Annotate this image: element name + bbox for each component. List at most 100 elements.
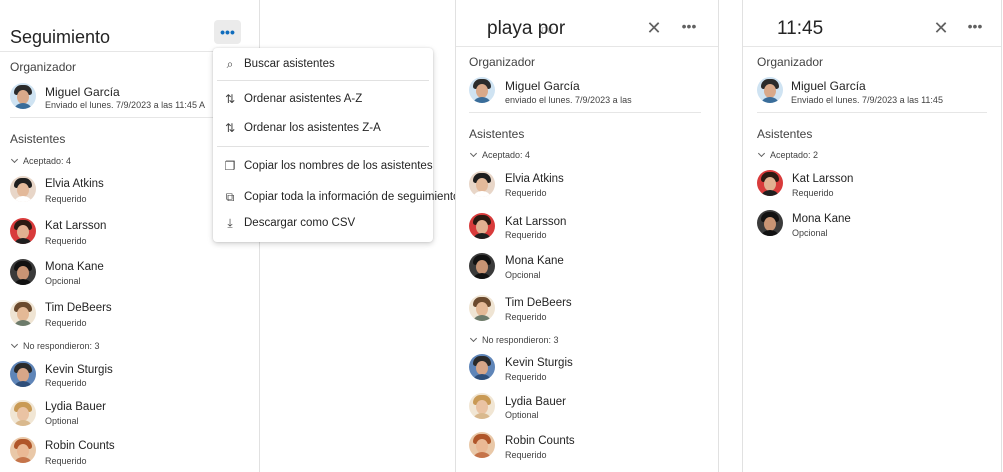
copy-people-icon: ⧉ (225, 189, 235, 204)
attendees-label: Asistentes (757, 127, 813, 141)
attendee-avatar[interactable] (10, 259, 36, 285)
attendee-role: Requerido (45, 378, 87, 388)
close-icon[interactable]: ✕ (928, 17, 954, 39)
menu-item-copy-all-tracking[interactable]: ⧉ Copiar toda la información de seguimie… (213, 186, 461, 208)
attendee-avatar[interactable] (469, 213, 495, 239)
attendee-role: Requerido (505, 450, 547, 460)
organizer-label: Organizador (469, 55, 536, 69)
attendee-avatar[interactable] (10, 300, 36, 326)
attendee-avatar[interactable] (10, 361, 36, 387)
attendee-name[interactable]: Robin Counts (505, 435, 575, 447)
menu-item-sort-a-z[interactable]: ⇅ Ordenar asistentes A-Z (213, 88, 461, 110)
organizer-name[interactable]: Miguel García (505, 79, 580, 93)
attendee-avatar[interactable] (757, 170, 783, 196)
attendee-avatar[interactable] (757, 210, 783, 236)
chevron-down-icon (10, 155, 19, 164)
accepted-group-toggle[interactable]: Aceptado: 2 (757, 149, 818, 160)
menu-divider (217, 80, 429, 81)
attendee-avatar[interactable] (469, 171, 495, 197)
sort-descending-icon: ⇅ (224, 121, 236, 135)
accepted-group-toggle[interactable]: Aceptado: 4 (469, 149, 530, 160)
attendees-label: Asistentes (10, 132, 66, 146)
attendee-role: Opcional (45, 276, 81, 286)
close-icon[interactable]: ✕ (641, 17, 667, 39)
menu-item-search-attendees[interactable]: ⌕ Buscar asistentes (213, 53, 461, 75)
sort-ascending-icon: ⇅ (224, 92, 236, 106)
attendee-name[interactable]: Tim DeBeers (45, 302, 112, 314)
search-icon: ⌕ (226, 56, 234, 71)
attendee-name[interactable]: Kat Larsson (505, 216, 566, 228)
menu-item-copy-names[interactable]: ❐ Copiar los nombres de los asistentes (213, 155, 461, 177)
attendee-name[interactable]: Mona Kane (505, 255, 564, 267)
copy-icon: ❐ (224, 159, 236, 173)
no-response-group-toggle[interactable]: No respondieron: 3 (10, 340, 100, 351)
organizer-avatar[interactable] (10, 83, 36, 109)
more-options-icon[interactable]: ••• (962, 15, 988, 37)
attendee-avatar[interactable] (469, 393, 495, 419)
attendee-avatar[interactable] (10, 400, 36, 426)
attendee-role: Requerido (45, 456, 87, 466)
chevron-down-icon (469, 149, 478, 158)
attendee-avatar[interactable] (469, 295, 495, 321)
attendee-role: Requerido (505, 312, 547, 322)
organizer-label: Organizador (10, 60, 77, 74)
header-divider (743, 46, 1001, 47)
attendee-role: Optional (505, 410, 539, 420)
menu-item-sort-z-a[interactable]: ⇅ Ordenar los asistentes Z-A (213, 117, 461, 139)
attendee-name[interactable]: Lydia Bauer (505, 396, 566, 408)
attendee-avatar[interactable] (10, 218, 36, 244)
no-response-group-toggle[interactable]: No respondieron: 3 (469, 334, 559, 345)
attendee-name[interactable]: Elvia Atkins (505, 173, 564, 185)
attendee-avatar[interactable] (10, 176, 36, 202)
chevron-down-icon (469, 334, 478, 343)
attendee-name[interactable]: Robin Counts (45, 440, 115, 452)
attendee-name[interactable]: Elvia Atkins (45, 178, 104, 190)
attendee-name[interactable]: Kat Larsson (792, 173, 853, 185)
attendee-role: Requerido (505, 230, 547, 240)
organizer-name[interactable]: Miguel García (45, 85, 120, 99)
tracking-panel-right: 11:45 ✕ ••• Organizador Miguel García En… (742, 0, 1002, 472)
header-divider (456, 46, 718, 47)
panel-title: Seguimiento (10, 27, 111, 47)
attendee-role: Opcional (505, 270, 541, 280)
attendee-role: Requerido (505, 372, 547, 382)
more-options-icon[interactable]: ••• (676, 15, 702, 37)
attendee-name[interactable]: Kat Larsson (45, 220, 106, 232)
accepted-group-toggle[interactable]: Aceptado: 4 (10, 155, 71, 166)
chevron-down-icon (757, 149, 766, 158)
organizer-sent-info: enviado el lunes. 7/9/2023 a las (505, 95, 632, 105)
attendee-name[interactable]: Tim DeBeers (505, 297, 572, 309)
attendee-role: Requerido (45, 236, 87, 246)
more-options-menu: ⌕ Buscar asistentes ⇅ Ordenar asistentes… (213, 48, 459, 242)
organizer-avatar[interactable] (757, 77, 783, 103)
attendee-role: Requerido (45, 194, 87, 204)
attendee-avatar[interactable] (469, 253, 495, 279)
section-divider (757, 112, 987, 113)
attendee-name[interactable]: Kevin Sturgis (505, 357, 573, 369)
attendee-role: Opcional (792, 228, 828, 238)
attendee-role: Optional (45, 416, 79, 426)
download-icon: ⤓ (227, 215, 233, 230)
menu-item-download-csv[interactable]: ⤓ Descargar como CSV (213, 212, 461, 234)
attendee-role: Requerido (792, 188, 834, 198)
attendee-name[interactable]: Mona Kane (45, 261, 104, 273)
attendee-name[interactable]: Kevin Sturgis (45, 364, 113, 376)
attendee-name[interactable]: Mona Kane (792, 213, 851, 225)
attendee-role: Requerido (505, 188, 547, 198)
tracking-panel-middle: ne playa por ✕ ••• Organizador Miguel Ga… (455, 0, 719, 472)
more-options-icon[interactable]: ••• (214, 20, 241, 44)
attendee-role: Requerido (45, 318, 87, 328)
organizer-sent-info: Enviado el lunes. 7/9/2023 a las 11:45 (791, 95, 943, 105)
attendee-avatar[interactable] (469, 354, 495, 380)
panel-title: 11:45 (777, 18, 824, 39)
organizer-label: Organizador (757, 55, 824, 69)
panel-title: playa por (487, 18, 566, 39)
menu-divider (217, 146, 429, 147)
organizer-avatar[interactable] (469, 77, 495, 103)
attendees-label: Asistentes (469, 127, 525, 141)
attendee-name[interactable]: Lydia Bauer (45, 401, 106, 413)
section-divider (10, 117, 230, 118)
organizer-name[interactable]: Miguel García (791, 79, 866, 93)
attendee-avatar[interactable] (469, 432, 495, 458)
attendee-avatar[interactable] (10, 437, 36, 463)
